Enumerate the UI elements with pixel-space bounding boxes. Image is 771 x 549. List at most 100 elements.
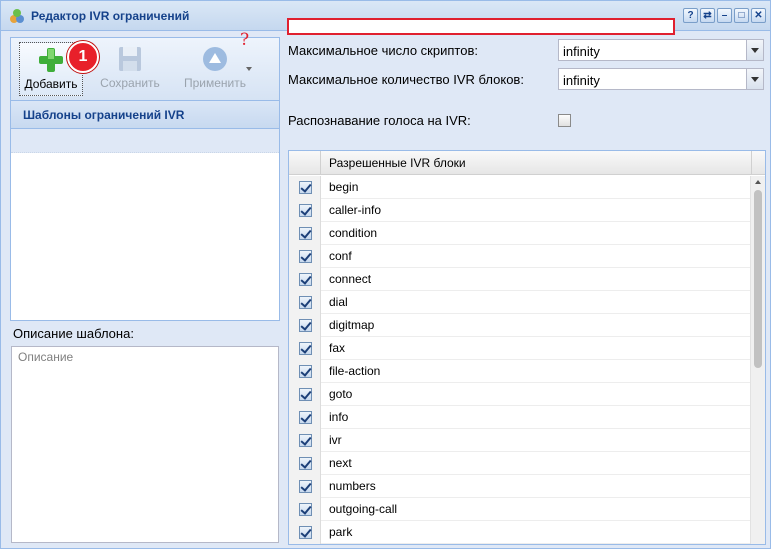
- templates-panel: Добавить 1 Сохранить Применить ? Шаблоны…: [10, 30, 280, 545]
- plus-icon: [37, 45, 65, 75]
- templates-header: Шаблоны ограничений IVR: [10, 101, 280, 129]
- grid-scrollbar[interactable]: [750, 176, 765, 544]
- block-checkbox[interactable]: [299, 480, 312, 493]
- row-check-cell: [289, 475, 321, 498]
- block-checkbox[interactable]: [299, 342, 312, 355]
- row-check-cell: [289, 245, 321, 268]
- table-row[interactable]: next: [289, 452, 752, 475]
- row-check-cell: [289, 199, 321, 222]
- ivr-blocks-grid: Разрешенные IVR блоки begin caller-info co…: [288, 150, 766, 545]
- block-checkbox[interactable]: [299, 204, 312, 217]
- highlight-frame: [287, 18, 675, 35]
- block-name: goto: [329, 387, 353, 401]
- window-title: Редактор IVR ограничений: [31, 9, 190, 23]
- description-label: Описание шаблона:: [13, 326, 134, 341]
- row-check-cell: [289, 406, 321, 429]
- block-checkbox[interactable]: [299, 411, 312, 424]
- grid-header-label[interactable]: Разрешенные IVR блоки: [329, 156, 466, 170]
- templates-header-label: Шаблоны ограничений IVR: [23, 108, 185, 122]
- table-row[interactable]: caller-info: [289, 199, 752, 222]
- block-name: next: [329, 456, 352, 470]
- templates-toolbar: Добавить 1 Сохранить Применить ?: [10, 30, 280, 101]
- table-row[interactable]: outgoing-call: [289, 498, 752, 521]
- block-checkbox[interactable]: [299, 296, 312, 309]
- window-tools: ? ⇄ – □ ✕: [683, 8, 766, 23]
- block-name: connect: [329, 272, 372, 286]
- block-checkbox[interactable]: [299, 250, 312, 263]
- max-scripts-label: Максимальное число скриптов:: [288, 43, 478, 58]
- floppy-icon: [116, 44, 144, 74]
- block-name: dial: [329, 295, 348, 309]
- max-blocks-combo[interactable]: infinity: [558, 68, 764, 90]
- block-checkbox[interactable]: [299, 434, 312, 447]
- block-checkbox[interactable]: [299, 388, 312, 401]
- templates-list[interactable]: [10, 129, 280, 321]
- grid-header-divider: [751, 151, 752, 175]
- apply-button-label: Применить: [183, 76, 246, 90]
- table-row[interactable]: file-action: [289, 360, 752, 383]
- block-name: conf: [329, 249, 352, 263]
- row-check-cell: [289, 176, 321, 199]
- block-checkbox[interactable]: [299, 181, 312, 194]
- templates-list-empty-row: [11, 129, 279, 153]
- table-row[interactable]: info: [289, 406, 752, 429]
- add-button-label: Добавить: [24, 77, 78, 91]
- block-checkbox[interactable]: [299, 457, 312, 470]
- grid-body: begin caller-info condition conf connect dial…: [289, 176, 752, 544]
- close-icon[interactable]: ✕: [751, 8, 766, 23]
- save-button[interactable]: Сохранить: [95, 42, 165, 96]
- block-checkbox[interactable]: [299, 319, 312, 332]
- scroll-up-icon[interactable]: [755, 180, 761, 184]
- maximize-icon[interactable]: □: [734, 8, 749, 23]
- table-row[interactable]: numbers: [289, 475, 752, 498]
- table-row[interactable]: begin: [289, 176, 752, 199]
- block-checkbox[interactable]: [299, 227, 312, 240]
- block-name: begin: [329, 180, 359, 194]
- row-check-cell: [289, 429, 321, 452]
- block-checkbox[interactable]: [299, 503, 312, 516]
- row-check-cell: [289, 268, 321, 291]
- minimize-icon[interactable]: –: [717, 8, 732, 23]
- table-row[interactable]: dial: [289, 291, 752, 314]
- block-checkbox[interactable]: [299, 273, 312, 286]
- table-row[interactable]: condition: [289, 222, 752, 245]
- chevron-down-icon[interactable]: [746, 40, 763, 60]
- voice-recognition-label: Распознавание голоса на IVR:: [288, 113, 471, 128]
- table-row[interactable]: goto: [289, 383, 752, 406]
- refresh-icon[interactable]: ⇄: [700, 8, 715, 23]
- block-name: outgoing-call: [329, 502, 398, 516]
- apply-dropdown-arrow-icon[interactable]: [246, 67, 252, 71]
- block-name: digitmap: [329, 318, 375, 332]
- row-check-cell: [289, 291, 321, 314]
- block-checkbox[interactable]: [299, 526, 312, 539]
- apply-icon: [201, 44, 229, 74]
- block-name: numbers: [329, 479, 376, 493]
- grid-header: Разрешенные IVR блоки: [289, 151, 765, 175]
- row-check-cell: [289, 498, 321, 521]
- table-row[interactable]: conf: [289, 245, 752, 268]
- table-row[interactable]: fax: [289, 337, 752, 360]
- table-row[interactable]: digitmap: [289, 314, 752, 337]
- table-row[interactable]: ivr: [289, 429, 752, 452]
- max-blocks-label: Максимальное количество IVR блоков:: [288, 72, 524, 87]
- voice-recognition-checkbox[interactable]: [558, 114, 571, 127]
- app-icon: [10, 9, 24, 23]
- scroll-thumb[interactable]: [754, 190, 762, 368]
- grid-header-check-column[interactable]: [289, 151, 321, 175]
- chevron-down-icon[interactable]: [746, 69, 763, 89]
- apply-button[interactable]: Применить: [175, 42, 255, 96]
- row-check-cell: [289, 452, 321, 475]
- block-name: file-action: [329, 364, 381, 378]
- help-icon[interactable]: ?: [683, 8, 698, 23]
- block-checkbox[interactable]: [299, 365, 312, 378]
- row-check-cell: [289, 222, 321, 245]
- description-textarea[interactable]: Описание: [11, 346, 279, 543]
- max-scripts-combo[interactable]: infinity: [558, 39, 764, 61]
- table-row[interactable]: connect: [289, 268, 752, 291]
- table-row[interactable]: park: [289, 521, 752, 544]
- block-name: caller-info: [329, 203, 382, 217]
- row-check-cell: [289, 360, 321, 383]
- save-button-label: Сохранить: [100, 76, 160, 90]
- ivr-restrictions-window: Редактор IVR ограничений ? ⇄ – □ ✕ Добав…: [0, 0, 771, 549]
- max-blocks-value: infinity: [563, 73, 600, 88]
